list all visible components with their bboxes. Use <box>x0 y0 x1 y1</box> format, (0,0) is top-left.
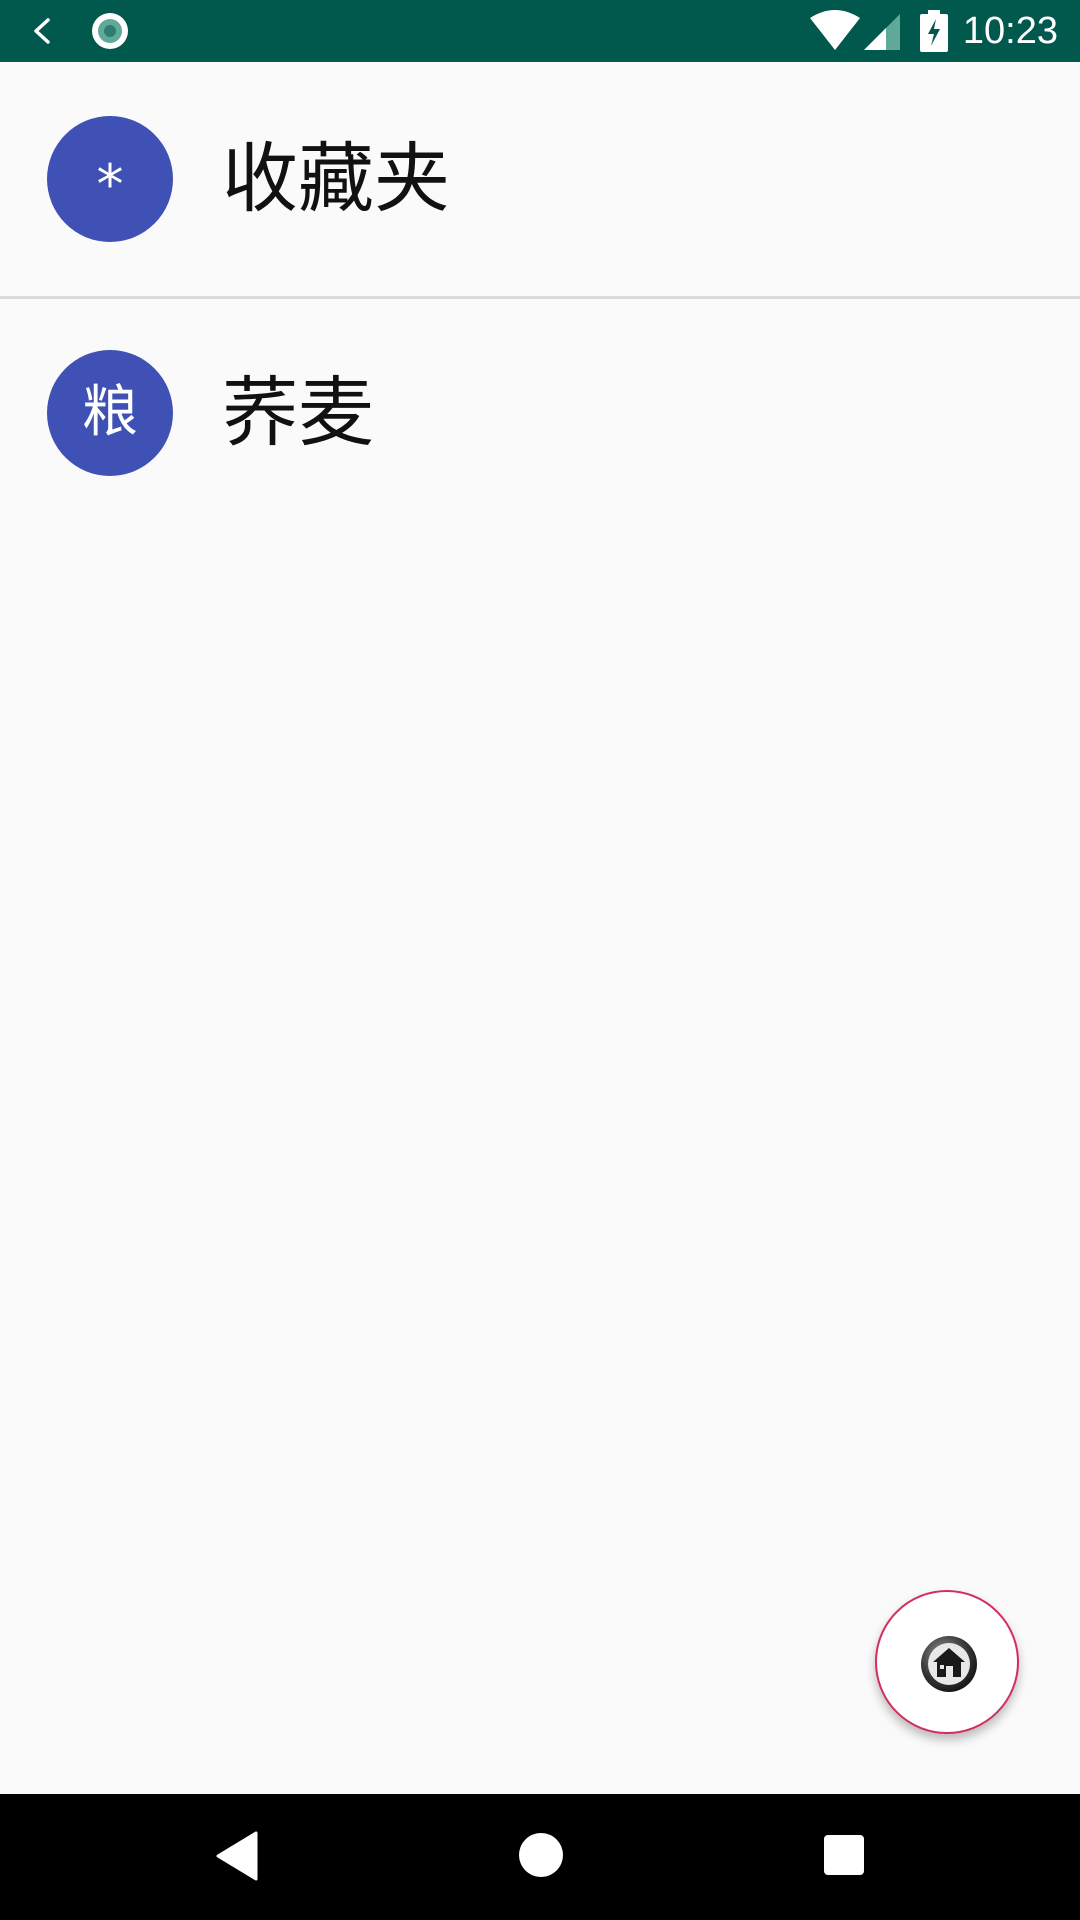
signal-icon <box>864 14 900 50</box>
list-item-label: 收藏夹 <box>222 134 450 223</box>
nav-back-icon[interactable] <box>214 1831 260 1881</box>
app-status-icon <box>92 13 128 49</box>
home-icon <box>921 1636 977 1692</box>
avatar: * <box>47 116 173 242</box>
wifi-icon <box>810 10 860 50</box>
list-item[interactable]: 粮 荞麦 <box>0 296 1080 530</box>
status-bar: 10:23 <box>0 0 1080 62</box>
home-fab-button[interactable] <box>875 1590 1019 1734</box>
navigation-bar <box>0 1794 1080 1920</box>
screen: 10:23 * 收藏夹 粮 荞麦 <box>0 0 1080 1920</box>
category-list: * 收藏夹 粮 荞麦 <box>0 62 1080 530</box>
nav-recents-icon[interactable] <box>824 1835 864 1875</box>
avatar: 粮 <box>47 350 173 476</box>
list-item[interactable]: * 收藏夹 <box>0 62 1080 299</box>
back-chevron-icon[interactable] <box>24 10 64 52</box>
nav-home-icon[interactable] <box>519 1833 563 1877</box>
list-item-label: 荞麦 <box>222 368 374 457</box>
status-time: 10:23 <box>962 10 1058 52</box>
battery-charging-icon <box>920 10 948 52</box>
